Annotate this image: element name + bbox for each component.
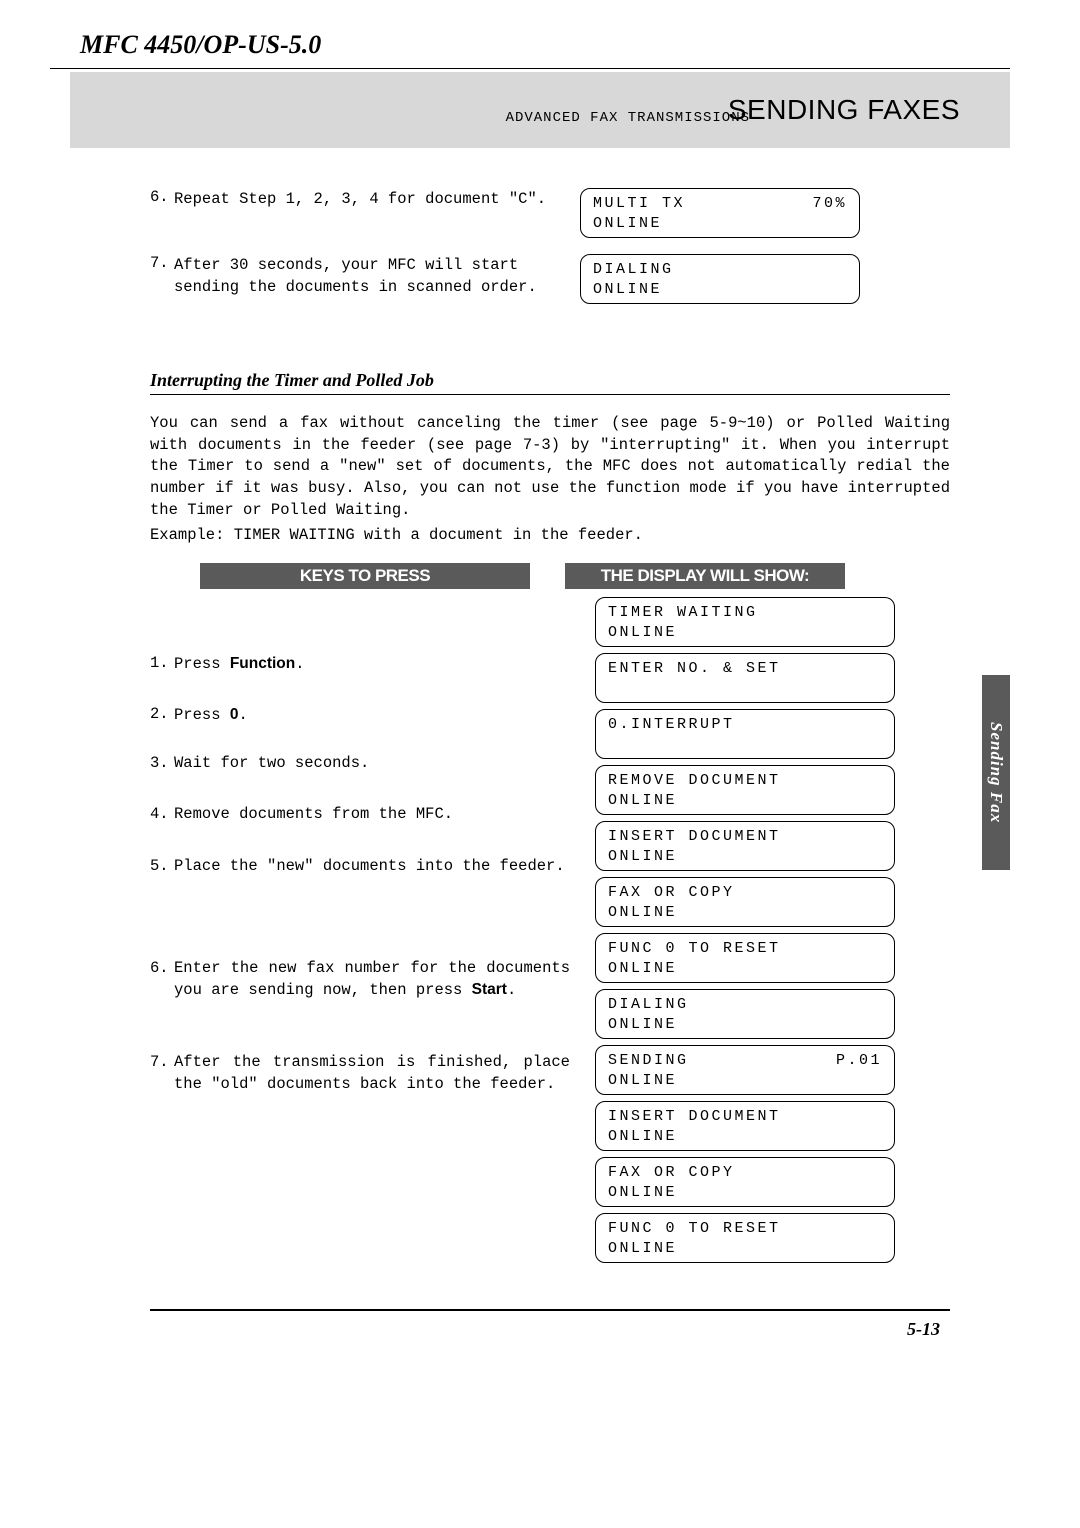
lcd-display: DIALINGONLINE	[595, 989, 895, 1039]
lcd-display: INSERT DOCUMENTONLINE	[595, 1101, 895, 1151]
paragraph: Example: TIMER WAITING with a document i…	[150, 525, 950, 547]
step-text: Remove documents from the MFC.	[174, 804, 570, 826]
step-text: Press 0.	[174, 704, 570, 727]
title-band: ADVANCED FAX TRANSMISSIONS SENDING FAXES	[70, 72, 1010, 148]
lcd-display: 0.INTERRUPT	[595, 709, 895, 759]
step-number: 1.	[150, 653, 174, 676]
step-text: After the transmission is finished, plac…	[174, 1052, 570, 1095]
section-title: SENDING FAXES	[728, 94, 960, 126]
step-number: 5.	[150, 856, 174, 878]
lcd-display: FAX OR COPYONLINE	[595, 1157, 895, 1207]
subsection-title: Interrupting the Timer and Polled Job	[150, 370, 950, 391]
step-number: 7.	[150, 254, 174, 299]
lcd-display: ENTER NO. & SET	[595, 653, 895, 703]
side-tab: Sending Fax	[982, 675, 1010, 870]
step-number: 6.	[150, 188, 174, 210]
subsection-rule	[150, 394, 950, 395]
step-text: Press Function.	[174, 653, 570, 676]
footer-rule	[150, 1309, 950, 1311]
lcd-display: FUNC 0 TO RESETONLINE	[595, 933, 895, 983]
step-text: Repeat Step 1, 2, 3, 4 for document "C".	[174, 188, 546, 210]
lcd-display: MULTI TX70% ONLINE	[580, 188, 860, 238]
doc-model: MFC 4450/OP-US-5.0	[50, 20, 1030, 68]
lcd-display: INSERT DOCUMENTONLINE	[595, 821, 895, 871]
lcd-display: REMOVE DOCUMENTONLINE	[595, 765, 895, 815]
step-number: 3.	[150, 753, 174, 775]
lcd-display: TIMER WAITINGONLINE	[595, 597, 895, 647]
step-number: 2.	[150, 704, 174, 727]
column-header-display: THE DISPLAY WILL SHOW:	[565, 563, 845, 589]
lcd-display: SENDINGP.01ONLINE	[595, 1045, 895, 1095]
header-rule	[50, 68, 1010, 69]
column-header-keys: KEYS TO PRESS	[200, 563, 530, 589]
lcd-display: FUNC 0 TO RESETONLINE	[595, 1213, 895, 1263]
step-number: 6.	[150, 958, 174, 1002]
lcd-display: DIALING ONLINE	[580, 254, 860, 304]
step-text: Enter the new fax number for the documen…	[174, 958, 570, 1002]
lcd-display: FAX OR COPYONLINE	[595, 877, 895, 927]
step-number: 7.	[150, 1052, 174, 1095]
paragraph: You can send a fax without canceling the…	[150, 413, 950, 521]
step-number: 4.	[150, 804, 174, 826]
step-text: Wait for two seconds.	[174, 753, 570, 775]
step-text: Place the "new" documents into the feede…	[174, 856, 570, 878]
page-number: 5-13	[50, 1319, 940, 1340]
section-subheading: ADVANCED FAX TRANSMISSIONS	[506, 110, 750, 126]
step-text: After 30 seconds, your MFC will start se…	[174, 254, 580, 299]
